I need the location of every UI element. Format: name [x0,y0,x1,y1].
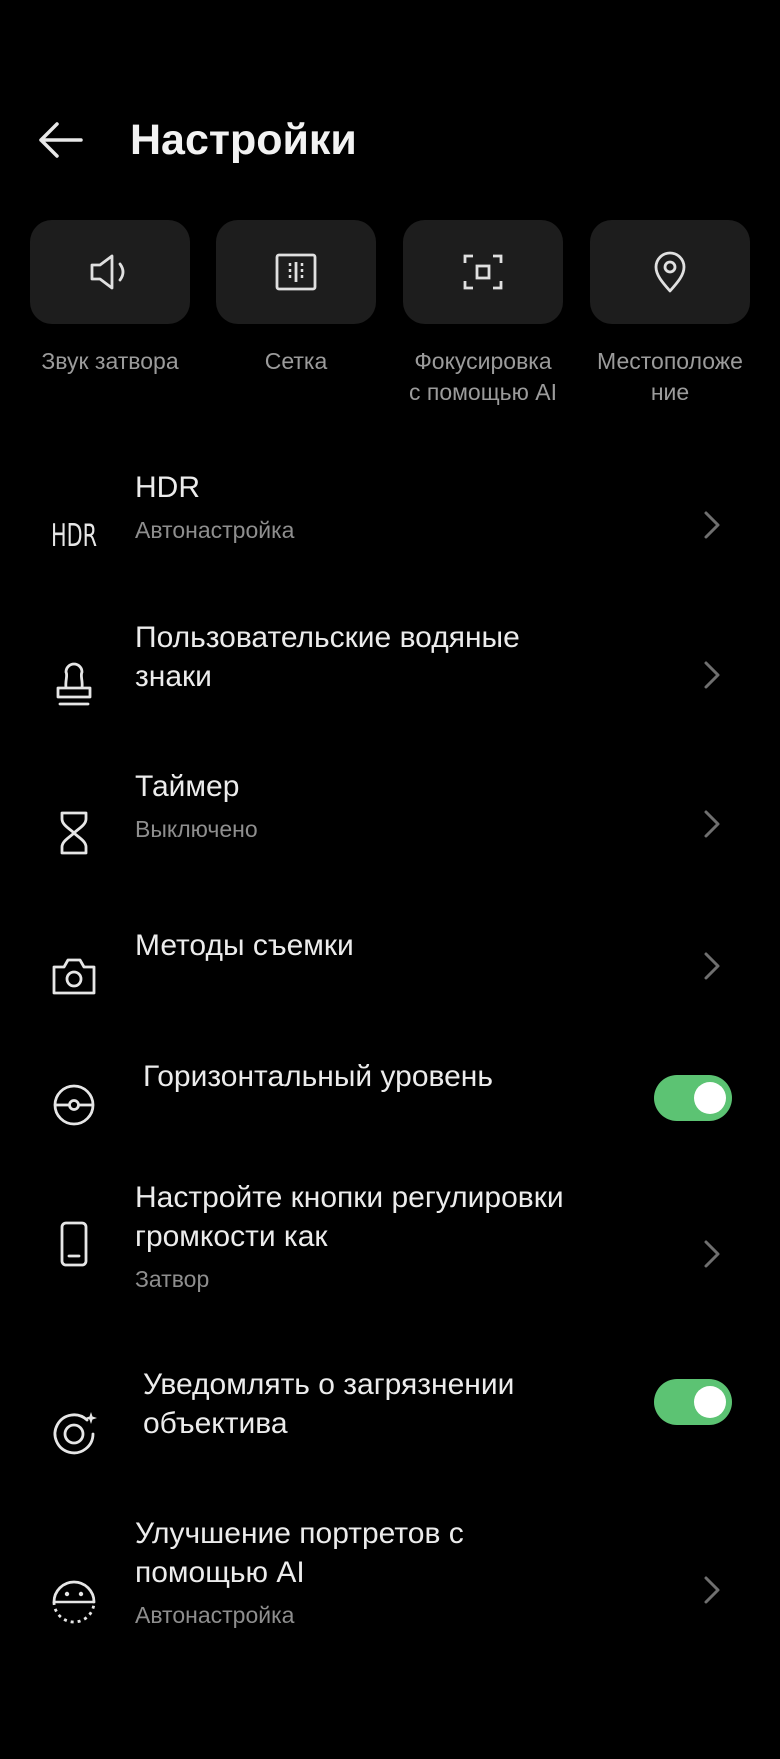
setting-title: Уведомлять о загрязнении объектива [143,1368,515,1440]
top-bar: Настройки [0,90,780,186]
setting-title: Таймер [135,770,240,803]
grid-button[interactable] [216,220,376,324]
chevron-right-icon [700,1234,724,1274]
face-ai-icon [44,1570,104,1630]
setting-title: Пользовательские водяные знаки [135,621,520,693]
shutter-sound-button[interactable] [30,220,190,324]
tile-label: Фокусировка с помощью AI [408,348,558,405]
speaker-icon [90,254,125,290]
chevron-right-icon [700,1570,724,1610]
horizontal-level-toggle[interactable] [654,1075,732,1121]
focus-frame-icon [463,254,503,290]
lens-sparkle-icon [44,1403,104,1463]
location-tile[interactable]: Местоположе ние [577,220,763,408]
setting-title: Горизонтальный уровень [143,1060,493,1093]
chevron-right-icon [700,505,724,545]
location-pin-icon [654,251,686,293]
ai-focus-button[interactable] [403,220,563,324]
setting-subtitle: Автонастройка [135,517,295,543]
setting-title: Улучшение портретов с помощью AI [135,1517,464,1589]
watermark-stamp-icon [44,654,104,714]
tile-label: Местоположе ние [597,348,743,405]
shutter-sound-tile[interactable]: Звук затвора [17,220,203,377]
phone-icon [44,1214,104,1274]
back-button[interactable] [28,112,92,168]
setting-subtitle: Автонастройка [135,1602,295,1628]
setting-title: Методы съемки [135,929,354,962]
location-button[interactable] [590,220,750,324]
ai-focus-tile[interactable]: Фокусировка с помощью AI [390,220,576,408]
grid-icon [275,253,317,291]
toggle-knob [694,1386,726,1418]
chevron-right-icon [700,946,724,986]
level-icon [44,1075,104,1135]
lens-contamination-toggle[interactable] [654,1379,732,1425]
arrow-left-icon [39,122,83,158]
svg-text:HDR: HDR [51,518,97,552]
setting-title: HDR [135,471,200,504]
page-title: Настройки [130,116,357,164]
setting-title: Настройте кнопки регулировки громкости к… [135,1181,564,1253]
grid-tile[interactable]: Сетка [203,220,389,377]
tile-label: Сетка [264,348,328,374]
chevron-right-icon [700,655,724,695]
chevron-right-icon [700,804,724,844]
hdr-icon: HDR [44,504,104,564]
hourglass-icon [44,803,104,863]
camera-icon [44,946,104,1006]
toggle-knob [694,1082,726,1114]
tile-label: Звук затвора [41,348,179,374]
setting-subtitle: Затвор [135,1266,210,1292]
setting-subtitle: Выключено [135,816,258,842]
